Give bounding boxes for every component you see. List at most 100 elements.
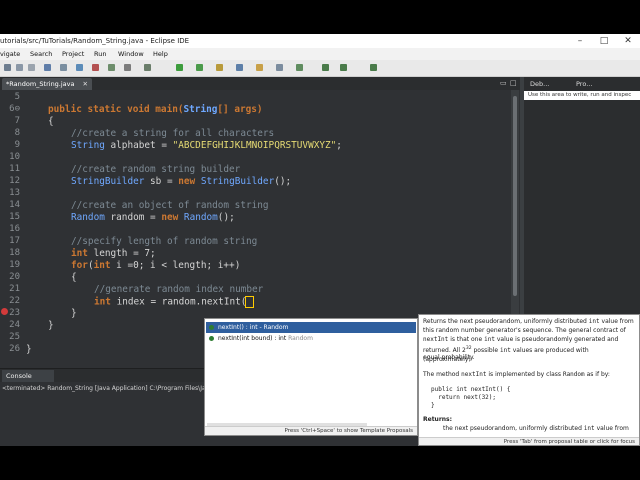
line-number: 20 [9, 272, 20, 282]
doc-code: int [588, 318, 600, 325]
menu-window[interactable]: Window [118, 48, 144, 60]
editor-tab[interactable]: *Random_String.java ✕ [2, 78, 92, 90]
last-edit-icon[interactable] [370, 64, 377, 71]
scrapbook-hint: Use this area to write, run and inspec [524, 91, 640, 100]
doc-text: is that one [450, 336, 483, 343]
line-number: 12 [9, 176, 20, 186]
javadoc-popup[interactable]: Returns the next pseudorandom, uniformly… [418, 314, 640, 446]
maximize-view-icon[interactable]: □ [510, 77, 517, 90]
code-comment: //generate random index number [94, 284, 264, 295]
annotation-icon[interactable] [296, 64, 303, 71]
line-number: 24 [9, 320, 20, 330]
code-line: String alphabet = "ABCDEFGHIJKLMNOIPQRST… [71, 140, 342, 151]
error-marker-icon[interactable] [1, 308, 8, 315]
doc-text: value from [596, 425, 629, 432]
minimize-view-icon[interactable]: ▭ [500, 77, 507, 90]
menu-project[interactable]: Project [62, 48, 84, 60]
minimize-button[interactable]: – [568, 34, 592, 48]
line-number: 21 [9, 284, 20, 294]
skip-breakpoints-icon[interactable] [60, 64, 67, 71]
line-number: 9 [14, 140, 20, 150]
text-cursor [245, 296, 255, 308]
code-keyword: public [48, 104, 82, 115]
line-number-gutter: 5 6⊖ 7 8 9 10 11 12 13 14 15 16 17 18 19… [0, 90, 22, 368]
run-dropdown-icon[interactable] [196, 64, 203, 71]
proposal-item[interactable]: nextInt() : int - Random [206, 322, 416, 333]
forward-icon[interactable] [340, 64, 347, 71]
back-icon[interactable] [322, 64, 329, 71]
menu-run[interactable]: Run [94, 48, 106, 60]
line-number: 5 [14, 92, 20, 102]
open-type-icon[interactable] [256, 64, 263, 71]
code-keyword: void [127, 104, 150, 115]
code-line: } [48, 320, 54, 331]
method-icon [209, 336, 214, 341]
code-type: Random [71, 212, 105, 223]
console-status: <terminated> Random_String [Java Applica… [2, 385, 206, 392]
doc-footer: Press 'Tab' from proposal table or click… [419, 437, 639, 445]
code-line: for(int i =0; i < length; i++) [71, 260, 241, 271]
new-java-class-icon[interactable] [236, 64, 243, 71]
code-line: { [71, 272, 77, 283]
doc-code-line: public int nextInt() { [431, 386, 511, 393]
code-keyword: int [94, 296, 111, 308]
code-string: "ABCDEFGHIJKLMNOIPQRSTUVWXYZ" [172, 140, 337, 151]
line-number: 10 [9, 152, 20, 162]
tab-close-icon[interactable]: ✕ [83, 78, 88, 90]
terminate-icon[interactable] [92, 64, 99, 71]
doc-code: int [499, 347, 511, 354]
code-line-current[interactable]: int index = random.nextInt( [94, 296, 255, 308]
menu-help[interactable]: Help [153, 48, 168, 60]
debug-icon[interactable] [144, 64, 151, 71]
code-line: Random random = new Random(); [71, 212, 235, 223]
proposal-footer: Press 'Ctrl+Space' to show Template Prop… [205, 426, 417, 435]
step-into-icon[interactable] [108, 64, 115, 71]
line-number: 18 [9, 248, 20, 258]
line-number: 19 [9, 260, 20, 270]
line-number: 17 [9, 236, 20, 246]
tab-project[interactable]: Pro... [576, 78, 592, 90]
editor-tab-label: *Random_String.java [6, 80, 75, 88]
search-icon[interactable] [276, 64, 283, 71]
doc-line: nextInt is that one int value is pseudor… [423, 336, 635, 345]
menu-navigate[interactable]: vigate [0, 48, 20, 60]
new-icon[interactable] [4, 64, 11, 71]
save-icon[interactable] [16, 64, 23, 71]
doc-code-line: return next(32); [431, 394, 497, 401]
tab-debug[interactable]: Deb... [530, 78, 549, 90]
code-line: public static void main(String[] args) [48, 104, 263, 115]
line-number: 13 [9, 188, 20, 198]
maximize-button[interactable]: □ [592, 34, 616, 48]
doc-returns-label: Returns: [423, 416, 453, 423]
doc-text: is implemented by class [488, 371, 562, 378]
line-number: 14 [9, 200, 20, 210]
doc-code: Random [562, 371, 585, 378]
content-assist-popup[interactable]: nextInt() : int - Random nextInt(int bou… [204, 318, 418, 436]
resume-icon[interactable] [76, 64, 83, 71]
external-tools-icon[interactable] [216, 64, 223, 71]
save-all-icon[interactable] [28, 64, 35, 71]
doc-line: the next pseudorandom, uniformly distrib… [443, 425, 635, 434]
line-number: 16 [9, 224, 20, 234]
doc-code: nextInt [423, 336, 449, 343]
title-bar: utorials/src/TuTorials/Random_String.jav… [0, 34, 640, 48]
code-comment: //create random string builder [71, 164, 241, 175]
code-line: { [48, 116, 54, 127]
code-keyword: for [71, 260, 88, 271]
step-over-icon[interactable] [124, 64, 131, 71]
line-number: 11 [9, 164, 20, 174]
proposal-sig: nextInt(int bound) : int [218, 335, 287, 342]
line-number: 7 [14, 116, 20, 126]
tab-console[interactable]: Console [2, 370, 54, 382]
scrollbar-thumb[interactable] [513, 96, 517, 296]
close-button[interactable]: ✕ [616, 34, 640, 48]
doc-line: The method nextInt is implemented by cla… [423, 371, 635, 380]
menu-search[interactable]: Search [30, 48, 52, 60]
run-icon[interactable] [176, 64, 183, 71]
code-keyword: new [178, 176, 196, 187]
code-type: Random [183, 212, 218, 223]
proposal-item[interactable]: nextInt(int bound) : int Random [209, 333, 313, 344]
code-comment: //create an object of random string [71, 200, 269, 211]
print-icon[interactable] [44, 64, 51, 71]
code-type: StringBuilder [71, 176, 145, 187]
